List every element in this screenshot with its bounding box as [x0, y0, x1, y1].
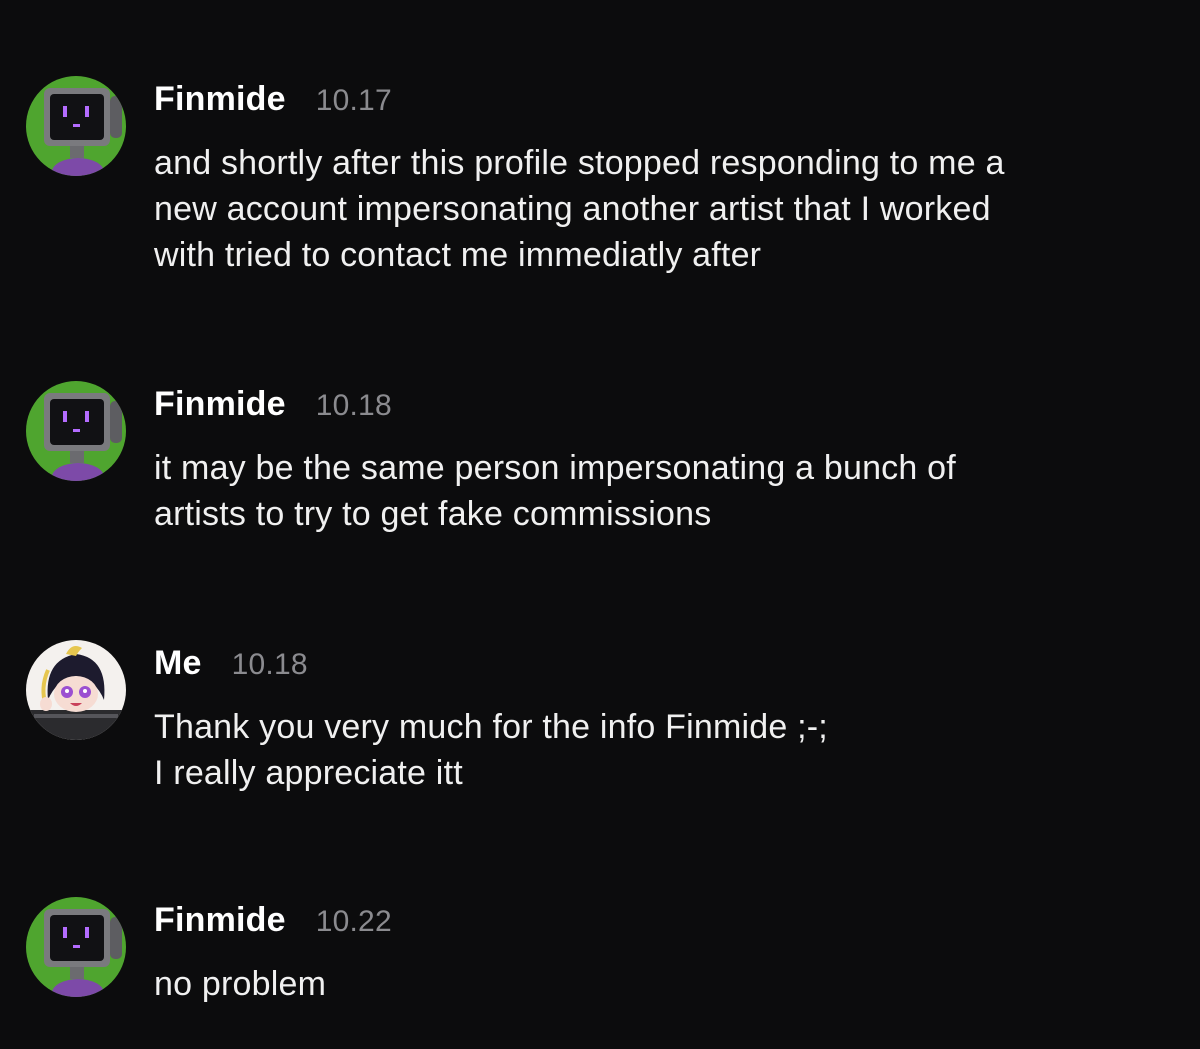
message-line: Thank you very much for the info Finmide…: [154, 708, 828, 746]
message-line: new account impersonating another artist…: [154, 190, 991, 228]
message-line: with tried to contact me immediatly afte…: [154, 236, 762, 274]
message-line: artists to try to get fake commissions: [154, 495, 712, 533]
monitor-head-avatar-icon[interactable]: [26, 381, 126, 481]
anime-character-avatar-icon[interactable]: [26, 640, 126, 740]
chat-message-list: Finmide 10.17 and shortly after this pro…: [0, 0, 1200, 1049]
message-text: and shortly after this profile stopped r…: [154, 140, 1174, 278]
monitor-head-avatar-icon[interactable]: [26, 76, 126, 176]
message-text: no problem: [154, 961, 1174, 1007]
timestamp: 10.17: [315, 84, 392, 117]
author-name[interactable]: Me: [154, 644, 202, 683]
message-text: Thank you very much for the info Finmide…: [154, 704, 1174, 796]
message-header: Finmide 10.18: [154, 385, 392, 424]
monitor-head-avatar-icon[interactable]: [26, 897, 126, 997]
author-name[interactable]: Finmide: [154, 385, 286, 424]
message-header: Me 10.18: [154, 644, 308, 683]
message-header: Finmide 10.22: [154, 901, 392, 940]
timestamp: 10.22: [315, 905, 392, 938]
message-line: and shortly after this profile stopped r…: [154, 144, 1005, 182]
message-line: I really appreciate itt: [154, 754, 463, 792]
timestamp: 10.18: [315, 389, 392, 422]
author-name[interactable]: Finmide: [154, 80, 286, 119]
message-line: it may be the same person impersonating …: [154, 449, 956, 487]
author-name[interactable]: Finmide: [154, 901, 286, 940]
timestamp: 10.18: [231, 648, 308, 681]
message-text: it may be the same person impersonating …: [154, 445, 1174, 537]
message-header: Finmide 10.17: [154, 80, 392, 119]
message-line: no problem: [154, 965, 327, 1003]
